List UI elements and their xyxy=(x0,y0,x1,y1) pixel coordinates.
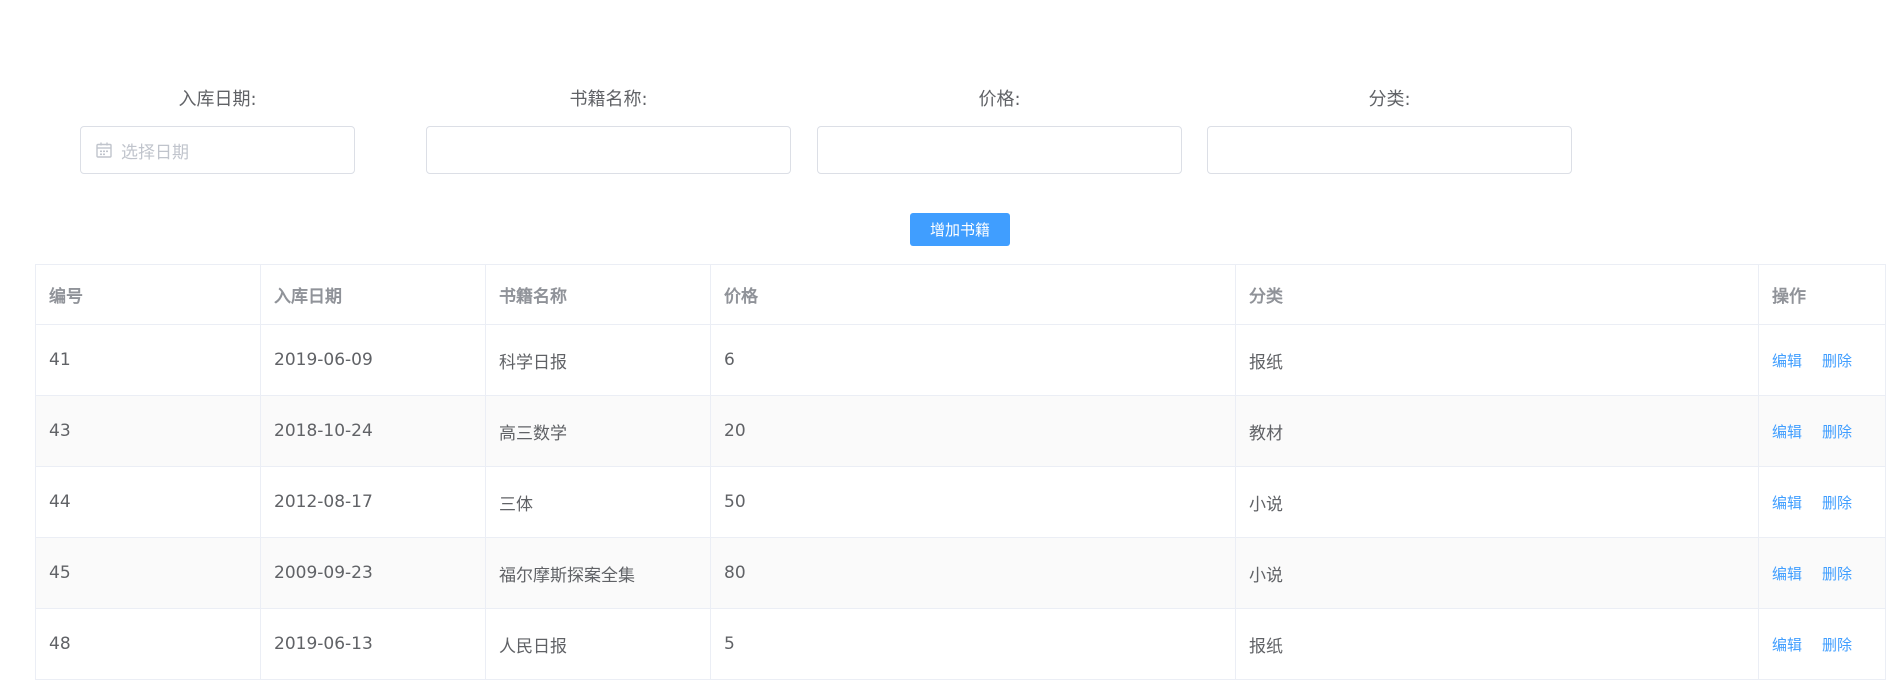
column-header-actions: 操作 xyxy=(1758,264,1886,325)
cell-id: 43 xyxy=(35,395,261,467)
calendar-icon xyxy=(96,142,112,158)
table-row: 45 2009-09-23 福尔摩斯探案全集 80 小说 编辑 删除 xyxy=(35,537,1886,609)
page: 入库日期: 书籍名称: 价格: 分类: 选择日期 增加书籍 编号 入库日期 书籍… xyxy=(0,0,1898,700)
name-label: 书籍名称: xyxy=(569,89,648,110)
delete-link[interactable]: 删除 xyxy=(1822,563,1852,584)
cell-category: 报纸 xyxy=(1235,608,1759,680)
date-label: 入库日期: xyxy=(178,89,257,110)
cell-actions: 编辑 删除 xyxy=(1758,324,1886,396)
delete-link[interactable]: 删除 xyxy=(1822,350,1852,371)
cell-name: 人民日报 xyxy=(485,608,711,680)
cell-price: 50 xyxy=(710,466,1236,538)
edit-link[interactable]: 编辑 xyxy=(1772,634,1802,655)
cell-date: 2018-10-24 xyxy=(260,395,486,467)
cell-price: 20 xyxy=(710,395,1236,467)
table-row: 48 2019-06-13 人民日报 5 报纸 编辑 删除 xyxy=(35,608,1886,680)
date-placeholder: 选择日期 xyxy=(121,142,189,163)
cell-actions: 编辑 删除 xyxy=(1758,608,1886,680)
table-row: 43 2018-10-24 高三数学 20 教材 编辑 删除 xyxy=(35,395,1886,467)
cell-price: 6 xyxy=(710,324,1236,396)
cell-category: 教材 xyxy=(1235,395,1759,467)
cell-category: 小说 xyxy=(1235,537,1759,609)
edit-link[interactable]: 编辑 xyxy=(1772,421,1802,442)
price-label: 价格: xyxy=(978,89,1021,110)
cell-name: 科学日报 xyxy=(485,324,711,396)
category-label: 分类: xyxy=(1368,89,1411,110)
cell-date: 2019-06-09 xyxy=(260,324,486,396)
cell-category: 报纸 xyxy=(1235,324,1759,396)
delete-link[interactable]: 删除 xyxy=(1822,492,1852,513)
cell-name: 福尔摩斯探案全集 xyxy=(485,537,711,609)
delete-link[interactable]: 删除 xyxy=(1822,421,1852,442)
table-row: 44 2012-08-17 三体 50 小说 编辑 删除 xyxy=(35,466,1886,538)
column-header-id: 编号 xyxy=(35,264,261,325)
cell-date: 2009-09-23 xyxy=(260,537,486,609)
edit-link[interactable]: 编辑 xyxy=(1772,492,1802,513)
cell-price: 80 xyxy=(710,537,1236,609)
table-row: 41 2019-06-09 科学日报 6 报纸 编辑 删除 xyxy=(35,324,1886,396)
cell-price: 5 xyxy=(710,608,1236,680)
cell-category: 小说 xyxy=(1235,466,1759,538)
edit-link[interactable]: 编辑 xyxy=(1772,563,1802,584)
price-input[interactable] xyxy=(817,126,1182,174)
cell-id: 44 xyxy=(35,466,261,538)
cell-id: 48 xyxy=(35,608,261,680)
cell-actions: 编辑 删除 xyxy=(1758,466,1886,538)
cell-actions: 编辑 删除 xyxy=(1758,537,1886,609)
column-header-name: 书籍名称 xyxy=(485,264,711,325)
cell-date: 2019-06-13 xyxy=(260,608,486,680)
delete-link[interactable]: 删除 xyxy=(1822,634,1852,655)
cell-name: 三体 xyxy=(485,466,711,538)
cell-date: 2012-08-17 xyxy=(260,466,486,538)
book-name-input[interactable] xyxy=(426,126,791,174)
column-header-date: 入库日期 xyxy=(260,264,486,325)
add-book-button[interactable]: 增加书籍 xyxy=(910,213,1010,246)
cell-id: 41 xyxy=(35,324,261,396)
category-input[interactable] xyxy=(1207,126,1572,174)
column-header-category: 分类 xyxy=(1235,264,1759,325)
column-header-price: 价格 xyxy=(710,264,1236,325)
cell-actions: 编辑 删除 xyxy=(1758,395,1886,467)
cell-id: 45 xyxy=(35,537,261,609)
table-header-row: 编号 入库日期 书籍名称 价格 分类 操作 xyxy=(35,264,1886,325)
cell-name: 高三数学 xyxy=(485,395,711,467)
books-table: 编号 入库日期 书籍名称 价格 分类 操作 41 2019-06-09 科学日报… xyxy=(35,264,1886,680)
date-picker-input[interactable]: 选择日期 xyxy=(80,126,355,174)
edit-link[interactable]: 编辑 xyxy=(1772,350,1802,371)
